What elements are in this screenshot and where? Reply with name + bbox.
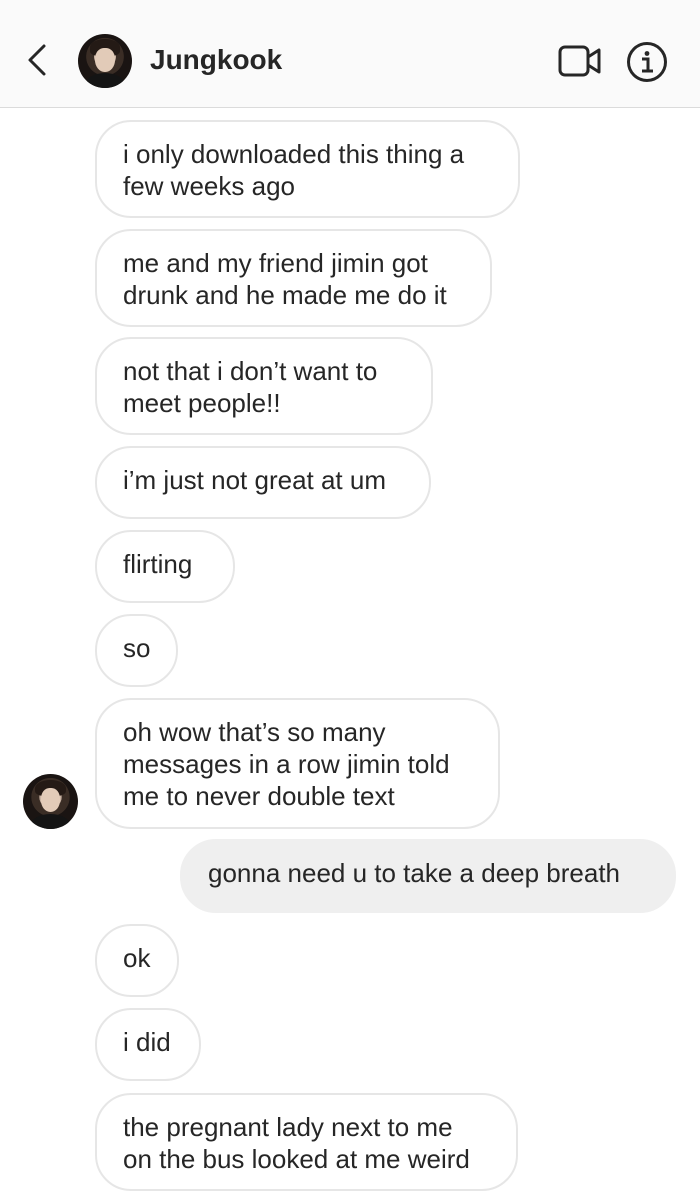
back-chevron-icon[interactable]	[22, 40, 52, 80]
message-bubble-outgoing[interactable]: gonna need u to take a deep breath	[180, 839, 676, 913]
sender-avatar[interactable]	[23, 774, 78, 829]
message-bubble-incoming[interactable]: me and my friend jimin got drunk and he …	[95, 229, 492, 327]
contact-avatar[interactable]	[78, 34, 132, 88]
message-bubble-incoming[interactable]: not that i don’t want to meet people!!	[95, 337, 433, 435]
video-call-icon[interactable]	[558, 45, 602, 77]
message-bubble-incoming[interactable]: flirting	[95, 530, 235, 603]
message-bubble-incoming[interactable]: ok	[95, 924, 179, 997]
message-bubble-incoming[interactable]: i’m just not great at um	[95, 446, 431, 519]
message-bubble-incoming[interactable]: oh wow that’s so many messages in a row …	[95, 698, 500, 829]
info-icon[interactable]	[626, 41, 668, 83]
message-bubble-incoming[interactable]: so	[95, 614, 178, 687]
message-bubble-incoming[interactable]: i did	[95, 1008, 201, 1081]
message-bubble-incoming[interactable]: i only downloaded this thing a few weeks…	[95, 120, 520, 218]
message-bubble-incoming[interactable]: the pregnant lady next to me on the bus …	[95, 1093, 518, 1191]
chat-header: Jungkook	[0, 0, 700, 108]
contact-name[interactable]: Jungkook	[150, 44, 282, 76]
